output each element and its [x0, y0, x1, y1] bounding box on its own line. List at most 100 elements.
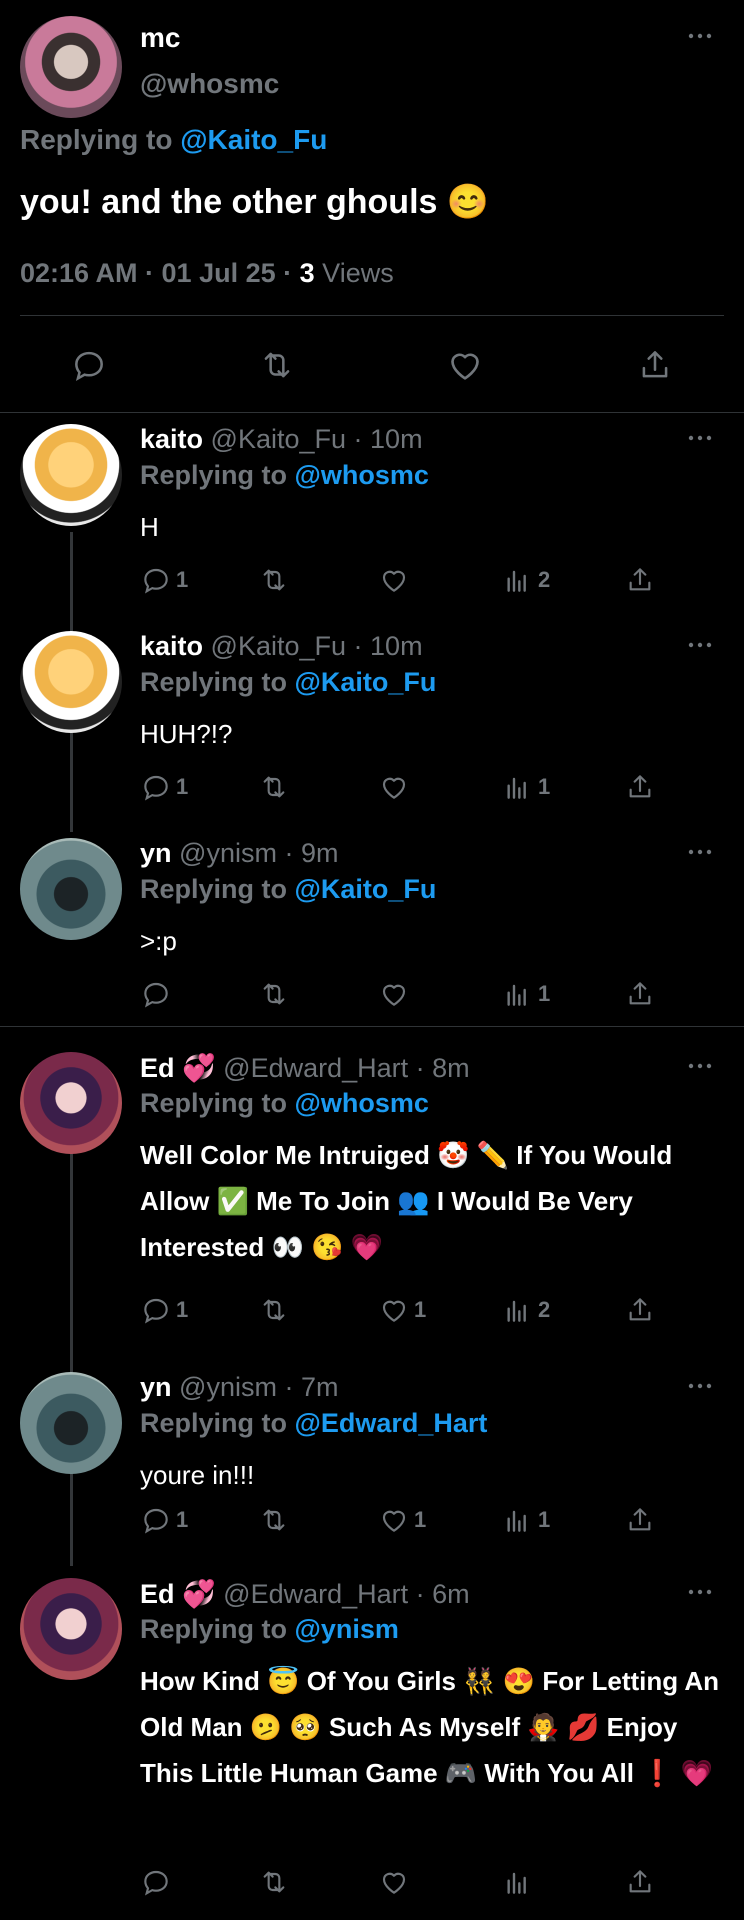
more-icon[interactable]: [688, 1586, 712, 1598]
display-name[interactable]: kaito: [140, 631, 203, 661]
user-handle[interactable]: @Kaito_Fu: [211, 631, 346, 661]
avatar[interactable]: [20, 1052, 122, 1154]
retweet-button[interactable]: [258, 1862, 290, 1902]
display-name[interactable]: yn: [140, 838, 172, 868]
more-icon[interactable]: [688, 1380, 712, 1392]
views-count: 1: [538, 981, 551, 1006]
replying-to-link[interactable]: @ynism: [295, 1614, 399, 1644]
reply-count: 1: [176, 1297, 189, 1322]
like-icon: [445, 345, 485, 385]
avatar[interactable]: [20, 16, 122, 118]
reply-tweet[interactable]: kaito @Kaito_Fu · 10m Replying to @whosm…: [0, 412, 744, 619]
reply-button[interactable]: 1: [140, 1290, 188, 1330]
share-icon: [624, 771, 656, 803]
reply-icon: [140, 771, 172, 803]
avatar[interactable]: [20, 1578, 122, 1680]
reply-button[interactable]: 1: [140, 560, 188, 600]
reply-button[interactable]: [140, 1862, 172, 1902]
replying-to-link[interactable]: @Kaito_Fu: [295, 667, 437, 697]
share-button[interactable]: [624, 1500, 656, 1540]
share-button[interactable]: [624, 974, 656, 1014]
replying-to-link[interactable]: @whosmc: [295, 460, 429, 490]
like-button[interactable]: 1: [378, 1290, 426, 1330]
reply-icon: [140, 564, 172, 596]
tweet-header: Ed 💞 @Edward_Hart · 8m: [140, 1052, 470, 1084]
reply-tweet[interactable]: yn @ynism · 9m Replying to @Kaito_Fu >:p…: [0, 826, 744, 1026]
replying-to: Replying to @whosmc: [140, 460, 429, 491]
reply-button[interactable]: 1: [140, 767, 188, 807]
avatar[interactable]: [20, 631, 122, 733]
reply-tweet[interactable]: Ed 💞 @Edward_Hart · 6m Replying to @ynis…: [0, 1566, 744, 1920]
tweet-meta: 02:16 AM · 01 Jul 25 · 3 Views: [20, 258, 394, 289]
views-button[interactable]: 2: [502, 560, 550, 600]
views-button[interactable]: 1: [502, 1500, 550, 1540]
retweet-button[interactable]: [258, 1500, 290, 1540]
replying-label: Replying to: [20, 124, 173, 155]
user-handle[interactable]: @ynism: [179, 838, 277, 868]
share-button[interactable]: [624, 1862, 656, 1902]
share-button[interactable]: [624, 1290, 656, 1330]
display-name[interactable]: Ed: [140, 1579, 175, 1609]
replying-to-link[interactable]: @Kaito_Fu: [180, 124, 327, 155]
replying-to-link[interactable]: @Edward_Hart: [295, 1408, 488, 1438]
like-button[interactable]: [378, 767, 410, 807]
avatar[interactable]: [20, 838, 122, 940]
reply-icon: [140, 1294, 172, 1326]
reply-tweet[interactable]: yn @ynism · 7m Replying to @Edward_Hart …: [0, 1360, 744, 1566]
like-button[interactable]: [440, 340, 490, 390]
reply-icon: [70, 346, 108, 384]
more-icon[interactable]: [688, 30, 712, 42]
reply-button[interactable]: 1: [140, 1500, 188, 1540]
reply-button[interactable]: [64, 340, 114, 390]
like-button[interactable]: [378, 1862, 410, 1902]
replying-label: Replying to: [140, 667, 287, 697]
replying-to-link[interactable]: @Kaito_Fu: [295, 874, 437, 904]
user-handle[interactable]: @Kaito_Fu: [211, 424, 346, 454]
avatar[interactable]: [20, 1372, 122, 1474]
retweet-button[interactable]: [252, 340, 302, 390]
tweet-text: Well Color Me Intruiged 🤡 ✏️ If You Woul…: [140, 1140, 673, 1262]
display-name[interactable]: Ed: [140, 1053, 175, 1083]
views-icon: [502, 1504, 534, 1536]
more-icon[interactable]: [688, 1060, 712, 1072]
like-button[interactable]: [378, 560, 410, 600]
display-name[interactable]: kaito: [140, 424, 203, 454]
views-count: 3: [299, 258, 315, 288]
retweet-button[interactable]: [258, 974, 290, 1014]
retweet-icon: [258, 771, 290, 803]
share-button[interactable]: [624, 560, 656, 600]
smile-emoji: 😊: [446, 183, 490, 221]
views-button[interactable]: 1: [502, 767, 550, 807]
user-handle[interactable]: @ynism: [179, 1372, 277, 1402]
user-handle[interactable]: @Edward_Hart: [223, 1053, 408, 1083]
like-button[interactable]: 1: [378, 1500, 426, 1540]
avatar[interactable]: [20, 424, 122, 526]
retweet-button[interactable]: [258, 767, 290, 807]
user-handle[interactable]: @Edward_Hart: [223, 1579, 408, 1609]
views-icon: [502, 978, 534, 1010]
retweet-button[interactable]: [258, 560, 290, 600]
display-name[interactable]: yn: [140, 1372, 172, 1402]
views-button[interactable]: [502, 1862, 534, 1902]
views-button[interactable]: 2: [502, 1290, 550, 1330]
display-name[interactable]: mc: [140, 22, 180, 54]
user-handle[interactable]: @whosmc: [140, 68, 279, 100]
share-icon: [624, 1866, 656, 1898]
replying-to-link[interactable]: @whosmc: [295, 1088, 429, 1118]
reply-tweet[interactable]: Ed 💞 @Edward_Hart · 8m Replying to @whos…: [0, 1040, 744, 1360]
replying-label: Replying to: [140, 874, 287, 904]
share-button[interactable]: [630, 340, 680, 390]
more-icon[interactable]: [688, 432, 712, 444]
reply-tweet[interactable]: kaito @Kaito_Fu · 10m Replying to @Kaito…: [0, 619, 744, 826]
more-icon[interactable]: [688, 846, 712, 858]
action-bar: 1 2: [140, 560, 680, 600]
action-bar: [0, 340, 744, 390]
retweet-button[interactable]: [258, 1290, 290, 1330]
share-button[interactable]: [624, 767, 656, 807]
more-icon[interactable]: [688, 639, 712, 651]
tweet-text: HUH?!?: [140, 719, 233, 749]
like-icon: [378, 1294, 410, 1326]
views-button[interactable]: 1: [502, 974, 550, 1014]
like-button[interactable]: [378, 974, 410, 1014]
reply-button[interactable]: [140, 974, 176, 1014]
